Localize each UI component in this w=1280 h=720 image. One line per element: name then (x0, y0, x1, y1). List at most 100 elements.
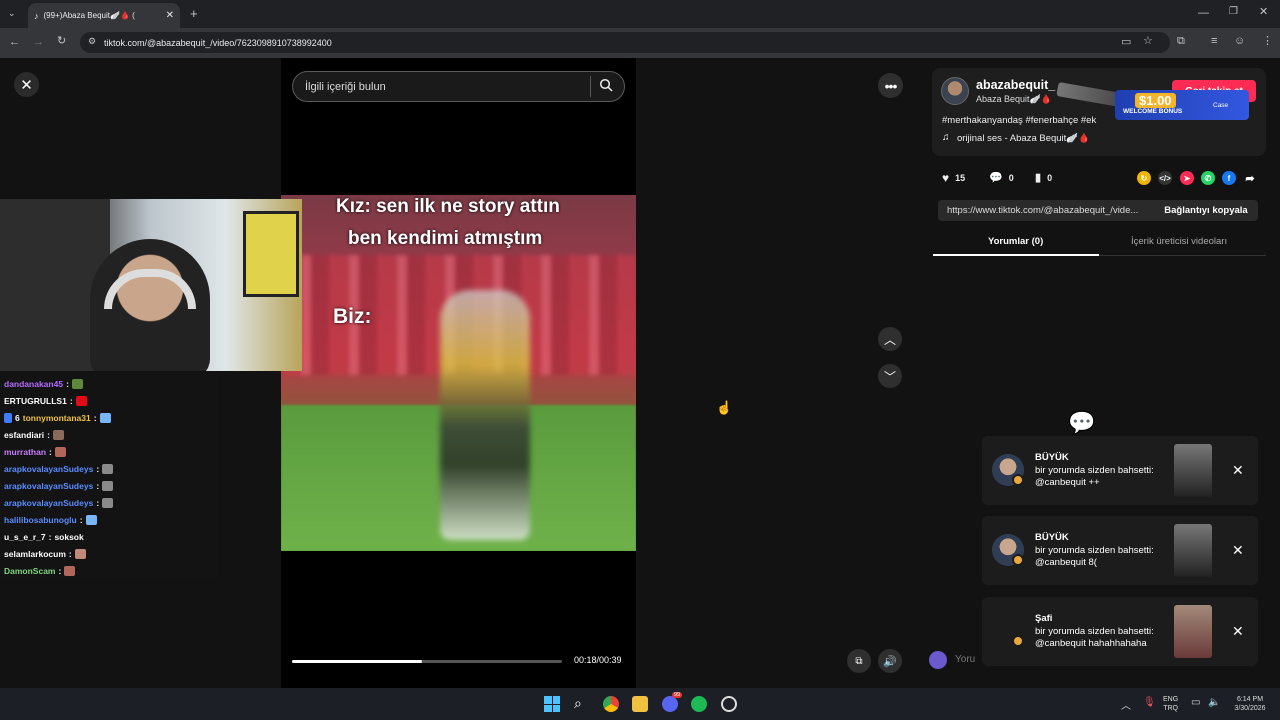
bookmark-star-icon[interactable]: ☆ (1143, 36, 1153, 47)
emote-icon (71, 378, 83, 389)
promo-amount: $1.00 (1135, 93, 1176, 108)
previous-video-button[interactable]: ︿ (878, 327, 902, 351)
share-link-text: https://www.tiktok.com/@abazabequit_/vid… (947, 205, 1139, 216)
notification-badge-icon (1012, 635, 1024, 647)
chat-line: ERTUGRULLS1: (4, 394, 87, 407)
next-video-button[interactable]: ﹀ (878, 364, 902, 388)
promo-brand: Case (1213, 102, 1229, 109)
chat-line: u_s_e_r_7: soksok (4, 531, 84, 542)
chat-line: arapkovalayanSudeys: (4, 479, 114, 492)
chrome-icon[interactable] (603, 696, 619, 712)
framed-jersey (243, 211, 299, 297)
chat-line: dandanakan45: (4, 377, 83, 390)
facebook-icon[interactable]: f (1222, 171, 1236, 185)
mention-notification[interactable]: BÜYÜK bir yorumda sizden bahsetti: @canbe… (982, 436, 1258, 505)
address-bar[interactable]: ⚙ tiktok.com/@abazabequit_/video/7623098… (80, 32, 1170, 53)
profile-avatar-icon[interactable]: ☺ (1234, 36, 1245, 47)
more-options-button[interactable]: ••• (878, 73, 903, 98)
notification-close-icon[interactable]: ✕ (1232, 462, 1244, 479)
restore-icon[interactable]: ❐ (1229, 7, 1238, 17)
repost-icon[interactable]: ↻ (1137, 171, 1151, 185)
music-note-icon: ♫ (942, 132, 950, 143)
empty-comments-icon: 💬 (1068, 410, 1096, 435)
minimize-icon[interactable]: — (1198, 8, 1209, 19)
search-icon[interactable] (599, 78, 613, 92)
cast-icon[interactable]: ▭ (1121, 37, 1131, 48)
taskbar-search-icon[interactable]: ⌕ (574, 695, 582, 712)
address-url: tiktok.com/@abazabequit_/video/762309891… (104, 37, 332, 48)
network-icon[interactable]: ▭ (1191, 697, 1200, 708)
reload-icon[interactable]: ↻ (57, 36, 66, 47)
notification-thumbnail (1174, 524, 1212, 577)
floating-player-button[interactable]: ⧉ (847, 649, 871, 673)
creator-display-name: Abaza Bequit🪽🩸 (976, 94, 1052, 104)
back-icon[interactable]: ← (9, 37, 20, 48)
related-search-input[interactable]: İlgili içeriği bulun (292, 71, 625, 102)
share-arrow-icon[interactable]: ➦ (1243, 171, 1257, 185)
discord-icon[interactable] (662, 696, 678, 712)
tab-close-icon[interactable]: ✕ (166, 10, 174, 21)
active-tab-indicator (933, 254, 1099, 256)
windows-start-icon[interactable] (544, 696, 560, 712)
emote-icon (53, 429, 64, 440)
send-icon[interactable]: ➤ (1180, 171, 1194, 185)
notification-thumbnail (1174, 605, 1212, 658)
copy-link-button[interactable]: Bağlantıyı kopyala (1154, 200, 1258, 221)
forward-icon[interactable]: → (33, 37, 44, 48)
post-hashtags[interactable]: #merthakanyandaş #fenerbahçe #ek (942, 115, 1096, 126)
comment-bubble-icon: 💬 (989, 172, 1003, 184)
turkey-flag-icon (75, 395, 87, 406)
window-close-icon[interactable]: ✕ (1259, 7, 1268, 18)
notification-thumbnail (1174, 444, 1212, 497)
like-count[interactable]: ♥ 15 (942, 171, 965, 185)
commenter-avatar (929, 651, 947, 669)
notification-badge-icon (1012, 474, 1024, 486)
creator-username[interactable]: abazabequit_ (976, 78, 1055, 92)
tray-chevron-icon[interactable]: ︿ (1121, 697, 1131, 712)
notification-close-icon[interactable]: ✕ (1232, 542, 1244, 559)
reading-list-icon[interactable]: ≡ (1211, 36, 1217, 47)
heart-icon: ♥ (942, 171, 950, 185)
whatsapp-icon[interactable]: ✆ (1201, 171, 1215, 185)
tab-creator-videos[interactable]: İçerik üreticisi videoları (1131, 236, 1227, 247)
comment-count[interactable]: 💬 0 (989, 171, 1014, 184)
microphone-icon[interactable]: 🎙 (1143, 697, 1156, 708)
file-explorer-icon[interactable] (632, 696, 648, 712)
spotify-icon[interactable] (691, 696, 707, 712)
tiktok-favicon-icon: ♪ (34, 10, 39, 21)
notification-name: Şafi (1035, 613, 1053, 624)
browser-menu-icon[interactable]: ⋮ (1262, 36, 1273, 47)
tab-comments[interactable]: Yorumlar (0) (988, 236, 1043, 247)
chat-line: arapkovalayanSudeys: (4, 496, 114, 509)
mention-notification[interactable]: BÜYÜK bir yorumda sizden bahsetti: @canbe… (982, 516, 1258, 585)
emote-icon (64, 565, 76, 576)
chat-line: halilibosabunoglu: (4, 513, 97, 526)
app-icon[interactable] (721, 696, 737, 712)
clock[interactable]: 6:14 PM 3/30/2026 (1228, 695, 1272, 713)
video-progress-bar[interactable] (292, 660, 562, 663)
volume-button[interactable]: 🔊 (878, 649, 902, 673)
post-sound[interactable]: orijinal ses - Abaza Bequit🪽🩸 (957, 133, 1090, 144)
speaker-icon[interactable]: 🔈 (1208, 697, 1220, 708)
close-video-button[interactable]: ✕ (14, 72, 39, 97)
video-time: 00:18/00:39 (574, 655, 622, 665)
mention-notification[interactable]: Şafi bir yorumda sizden bahsetti: @canbeq… (982, 597, 1258, 666)
creator-avatar[interactable] (941, 77, 969, 105)
new-tab-button[interactable]: + (190, 7, 198, 20)
comment-input[interactable]: Yoru (955, 648, 995, 670)
discord-badge: 99 (672, 692, 683, 698)
browser-tab[interactable]: ♪ (99+)Abaza Bequit🪽🩸 ( ✕ (28, 3, 180, 28)
chat-line: arapkovalayanSudeys: (4, 462, 114, 475)
search-divider (590, 76, 591, 97)
player-figure (440, 290, 530, 540)
chat-line: selamlarkocum: (4, 547, 86, 560)
site-info-icon[interactable]: ⚙ (88, 37, 96, 46)
language-indicator[interactable]: ENG TRQ (1163, 695, 1178, 713)
save-count[interactable]: ▮ 0 (1035, 171, 1052, 184)
tab-search-icon[interactable]: ⌄ (8, 9, 16, 18)
extensions-icon[interactable]: ⧉ (1177, 36, 1185, 47)
embed-icon[interactable]: </> (1158, 171, 1172, 185)
emote-icon (102, 497, 114, 508)
butterfly-icon (99, 412, 111, 423)
notification-close-icon[interactable]: ✕ (1232, 623, 1244, 640)
